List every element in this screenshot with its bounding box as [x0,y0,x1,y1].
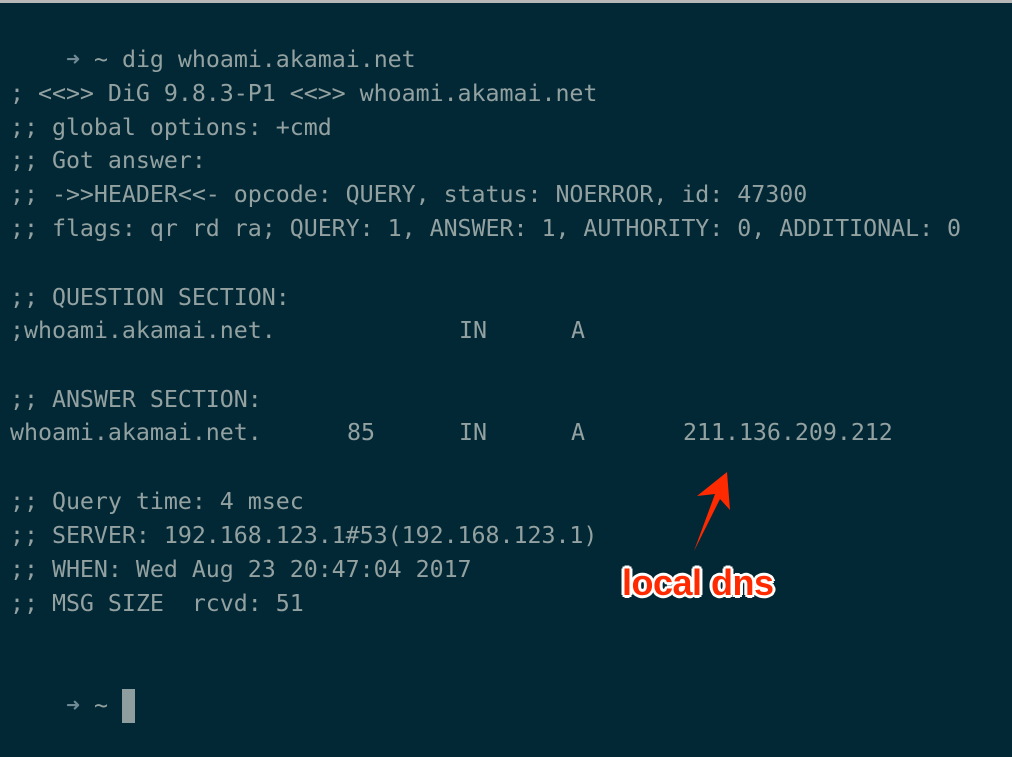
answer-name: whoami.akamai.net. [10,419,262,446]
question-class: IN [459,317,487,344]
prompt-cwd: ~ [93,692,108,719]
msg-size-line: ;; MSG SIZE rcvd: 51 [10,590,304,617]
server-line: ;; SERVER: 192.168.123.1#53(192.168.123.… [10,522,598,549]
question-name: ;whoami.akamai.net. [10,317,276,344]
prompt-cwd: ~ [93,46,108,73]
question-type: A [571,317,585,344]
query-time: ;; Query time: 4 msec [10,488,304,515]
answer-type: A [571,419,585,446]
terminal-window[interactable]: ➜ ~ dig whoami.akamai.net ; <<>> DiG 9.8.… [0,3,1012,723]
answer-section-title: ;; ANSWER SECTION: [10,386,262,413]
prompt-arrow-icon: ➜ [65,692,80,719]
got-answer: ;; Got answer: [10,147,206,174]
answer-address: 211.136.209.212 [683,419,893,446]
when-line: ;; WHEN: Wed Aug 23 20:47:04 2017 [10,556,472,583]
text-cursor [121,689,135,723]
prompt-arrow-icon: ➜ [65,46,80,73]
dig-banner: ; <<>> DiG 9.8.3-P1 <<>> whoami.akamai.n… [10,80,598,107]
flags-line: ;; flags: qr rd ra; QUERY: 1, ANSWER: 1,… [10,215,962,242]
command-line: ➜ ~ dig whoami.akamai.net [10,9,416,73]
header-line: ;; ->>HEADER<<- opcode: QUERY, status: N… [10,181,808,208]
final-prompt-line[interactable]: ➜ ~ [10,655,135,723]
command-text: dig whoami.akamai.net [121,46,416,73]
answer-record: whoami.akamai.net. 85 IN A 211.136.209.2… [10,416,1010,450]
answer-class: IN [459,419,487,446]
question-section-title: ;; QUESTION SECTION: [10,284,290,311]
annotation-label: local dns [622,562,774,603]
question-record: ;whoami.akamai.net. IN A [10,314,1010,348]
answer-ttl: 85 [347,419,375,446]
global-options: ;; global options: +cmd [10,114,332,141]
